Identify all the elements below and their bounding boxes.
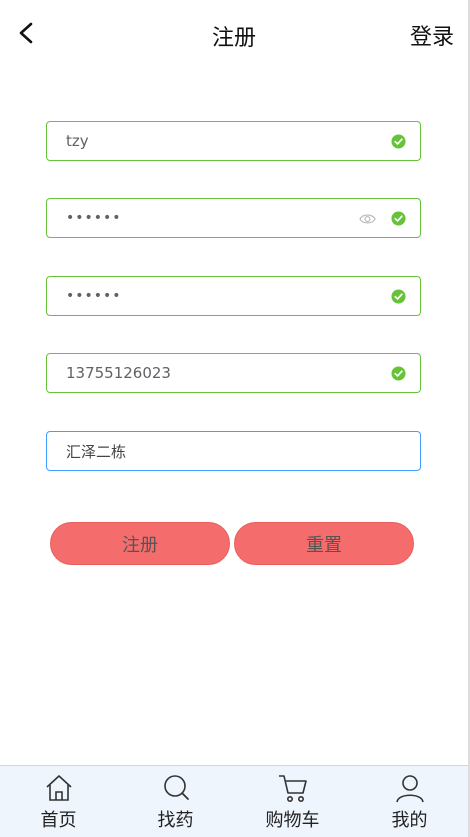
address-field xyxy=(46,431,421,471)
tab-mine[interactable]: 我的 xyxy=(351,766,468,837)
check-circle-icon xyxy=(391,289,406,304)
back-button[interactable] xyxy=(12,18,42,48)
bottom-tabbar: 首页 找药 购物车 我的 xyxy=(0,765,468,837)
home-icon xyxy=(45,775,72,801)
tab-find-medicine[interactable]: 找药 xyxy=(117,766,234,837)
tab-find-medicine-label: 找药 xyxy=(157,810,194,831)
phone-field xyxy=(46,353,421,393)
confirm-password-field: •••••• xyxy=(46,276,421,316)
page-title: 注册 xyxy=(211,26,256,51)
register-button[interactable]: 注册 xyxy=(50,522,230,565)
check-circle-icon xyxy=(391,211,406,226)
cart-icon xyxy=(278,775,307,802)
tab-mine-label: 我的 xyxy=(391,810,428,831)
tab-home[interactable]: 首页 xyxy=(0,766,117,837)
reset-button[interactable]: 重置 xyxy=(234,522,414,565)
check-circle-icon xyxy=(391,134,406,149)
user-icon xyxy=(395,775,424,803)
username-input[interactable] xyxy=(47,122,420,160)
confirm-password-input[interactable] xyxy=(47,277,420,315)
check-circle-icon xyxy=(391,366,406,381)
chevron-left-icon xyxy=(19,22,33,44)
tab-home-label: 首页 xyxy=(40,810,77,831)
tab-cart-label: 购物车 xyxy=(265,810,320,831)
search-icon xyxy=(163,775,189,800)
tab-cart[interactable]: 购物车 xyxy=(234,766,351,837)
phone-input[interactable] xyxy=(47,354,420,392)
eye-icon[interactable] xyxy=(359,212,376,226)
password-field: •••••• xyxy=(46,198,421,238)
app-header: 注册 登录 xyxy=(0,0,468,68)
address-input[interactable] xyxy=(47,432,420,470)
login-link[interactable]: 登录 xyxy=(410,19,454,51)
username-field xyxy=(46,121,421,161)
